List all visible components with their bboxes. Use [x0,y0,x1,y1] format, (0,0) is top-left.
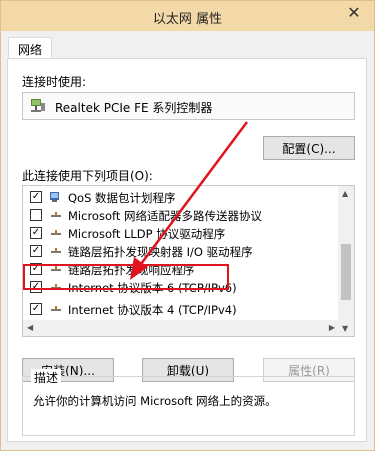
vertical-scrollbar[interactable]: ▲ ▼ [338,186,354,336]
components-list-viewport: ✓ QoS 数据包计划程序 Microsoft 网络适配器多路传送器协议 ✓ M… [23,186,339,336]
description-text: 允许你的计算机访问 Microsoft 网络上的资源。 [33,394,277,408]
checkbox[interactable]: ✓ [30,281,42,293]
item-label: 链路层拓扑发现映射器 I/O 驱动程序 [68,245,253,259]
checkbox[interactable]: ✓ [30,263,42,275]
items-label: 此连接使用下列项目(O): [22,169,153,183]
item-label: QoS 数据包计划程序 [68,191,176,205]
protocol-icon [51,212,61,217]
item-label: 链路层拓扑发现响应程序 [68,263,195,277]
tab-strip: 网络 [1,31,374,60]
checkbox[interactable]: ✓ [30,191,42,203]
adapter-field: Realtek PCIe FE 系列控制器 [22,92,355,120]
item-label: Internet 协议版本 6 (TCP/IPv6) [68,281,237,295]
protocol-icon [51,266,61,271]
protocol-icon [51,248,61,253]
list-item[interactable]: ✓ 链路层拓扑发现映射器 I/O 驱动程序 [23,242,339,260]
close-icon: ✕ [347,2,361,22]
list-item[interactable]: Microsoft 网络适配器多路传送器协议 [23,206,339,224]
list-item-tcp-ipv4[interactable]: ✓ Internet 协议版本 4 (TCP/IPv4) [23,300,339,318]
list-item[interactable]: ✓ QoS 数据包计划程序 [23,188,339,206]
item-label: Microsoft LLDP 协议驱动程序 [68,227,226,241]
tab-label: 网络 [18,42,43,57]
description-group: 描述 允许你的计算机访问 Microsoft 网络上的资源。 [22,369,355,436]
adapter-name: Realtek PCIe FE 系列控制器 [55,101,213,115]
scrollbar-thumb[interactable] [341,244,351,300]
tab-network[interactable]: 网络 [8,37,53,60]
scroll-up-icon[interactable]: ▲ [342,189,348,198]
item-label: Internet 协议版本 4 (TCP/IPv4) [68,303,237,317]
protocol-icon [51,284,61,289]
network-tab-panel: 连接时使用: Realtek PCIe FE 系列控制器 配置(C)... 此连… [7,58,367,442]
list-item[interactable]: ✓ 链路层拓扑发现响应程序 [23,260,339,278]
description-legend: 描述 [31,369,62,386]
horizontal-scrollbar[interactable]: ◀ ▶ [23,320,339,336]
checkbox[interactable] [30,209,42,221]
close-button[interactable]: ✕ [342,1,366,23]
list-item[interactable]: ✓ Internet 协议版本 6 (TCP/IPv6) [23,278,339,296]
connect-using-label: 连接时使用: [22,75,87,89]
list-item[interactable]: ✓ Microsoft LLDP 协议驱动程序 [23,224,339,242]
checkbox[interactable]: ✓ [30,303,42,315]
checkbox[interactable]: ✓ [30,227,42,239]
checkbox[interactable]: ✓ [30,245,42,257]
window-title: 以太网 属性 [152,12,223,27]
protocol-icon [51,230,61,235]
qos-icon [50,192,59,202]
scroll-down-icon[interactable]: ▼ [342,324,348,333]
protocol-icon [51,306,61,311]
network-adapter-icon [31,99,45,112]
item-label: Microsoft 网络适配器多路传送器协议 [68,209,262,223]
properties-window: 以太网 属性 ✕ 网络 连接时使用: Realtek PCIe FE 系列控制器… [0,0,375,451]
components-list[interactable]: ✓ QoS 数据包计划程序 Microsoft 网络适配器多路传送器协议 ✓ M… [22,185,355,337]
scroll-left-icon[interactable]: ◀ [27,323,33,332]
title-bar: 以太网 属性 ✕ [1,1,374,31]
scroll-right-icon[interactable]: ▶ [329,323,335,332]
configure-button[interactable]: 配置(C)... [263,136,355,160]
